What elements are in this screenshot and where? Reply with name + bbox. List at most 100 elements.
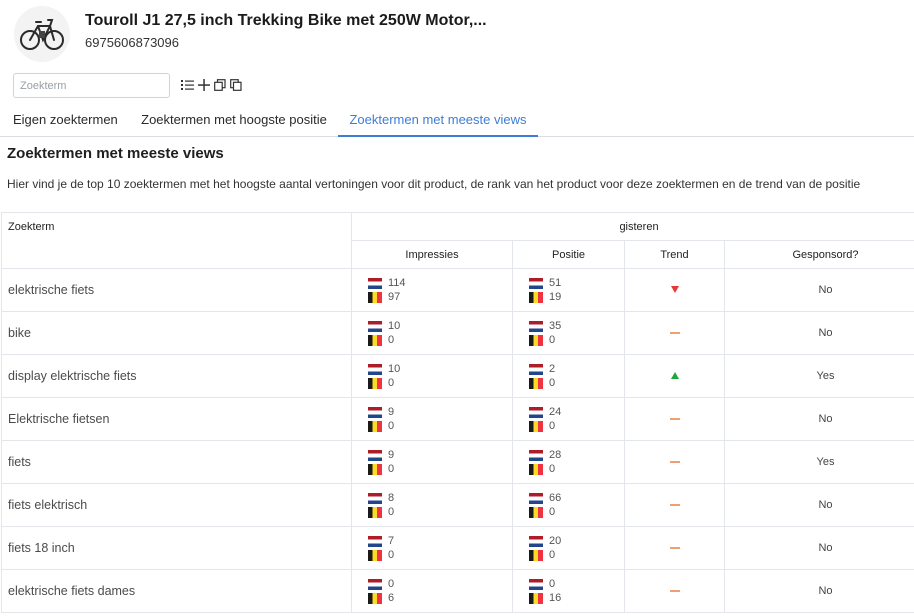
keywords-table: Zoekterm gisteren Impressies Positie Tre… (1, 212, 914, 613)
col-header-zoekterm[interactable]: Zoekterm (1, 212, 352, 269)
table-row[interactable]: elektrische fiets 114 97 51 19 No (1, 268, 914, 312)
be-flag-icon (368, 506, 382, 518)
be-flag-icon (529, 592, 543, 604)
impressions-be: 0 (388, 463, 395, 475)
table-row[interactable]: fiets 18 inch 7 0 20 0 No (1, 526, 914, 570)
tab-eigen-zoektermen[interactable]: Eigen zoektermen (13, 104, 118, 137)
nl-flag-icon (368, 320, 382, 332)
impressions-cell: 10 0 (351, 354, 513, 398)
keyword-cell: fiets (1, 440, 352, 484)
trend-flat-icon (669, 504, 680, 506)
be-flag-icon (368, 549, 382, 561)
nl-flag-icon (529, 363, 543, 375)
position-cell: 66 0 (512, 483, 625, 527)
trend-flat-icon (669, 590, 680, 592)
position-be: 19 (549, 291, 562, 303)
trend-cell (624, 397, 725, 441)
impressions-be: 0 (388, 506, 395, 518)
position-cell: 35 0 (512, 311, 625, 355)
nl-flag-icon (529, 406, 543, 418)
impressions-cell: 80 (351, 483, 513, 527)
toolbar (181, 77, 242, 93)
position-nl: 28 (549, 449, 562, 461)
product-image (14, 6, 70, 62)
trend-flat-icon (669, 332, 680, 334)
nl-flag-icon (529, 320, 543, 332)
table-row[interactable]: elektrische fiets dames 0 6 0 16 No (1, 569, 914, 613)
impressions-be: 6 (388, 592, 395, 604)
position-cell: 51 19 (512, 268, 625, 312)
sponsored-cell: No (723, 311, 914, 355)
impressions-nl: 10 (388, 320, 401, 332)
table-row[interactable]: display elektrische fiets 10 0 2 0 Yes (1, 354, 914, 398)
plus-icon[interactable] (197, 77, 210, 93)
impressions-cell: 90 (351, 397, 513, 441)
trend-flat-icon (669, 547, 680, 549)
impressions-nl: 9 (388, 406, 395, 418)
impressions-be: 0 (388, 334, 395, 346)
nl-flag-icon (368, 406, 382, 418)
impressions-be: 0 (388, 377, 395, 389)
duplicate-icon[interactable] (229, 77, 242, 93)
be-flag-icon (529, 549, 543, 561)
bike-icon (20, 19, 64, 50)
impressions-nl: 10 (388, 363, 401, 375)
sponsored-cell: No (723, 397, 914, 441)
impressions-be: 0 (388, 420, 395, 432)
nl-flag-icon (529, 578, 543, 590)
col-header-trend[interactable]: Trend (624, 240, 725, 269)
trend-flat-icon (669, 461, 680, 463)
keyword-cell: Elektrische fietsen (1, 397, 352, 441)
search-input[interactable] (13, 73, 170, 98)
nl-flag-icon (529, 492, 543, 504)
col-header-positie[interactable]: Positie (512, 240, 625, 269)
nl-flag-icon (368, 449, 382, 461)
trend-cell (624, 526, 725, 570)
keyword-cell: elektrische fiets (1, 268, 352, 312)
be-flag-icon (368, 592, 382, 604)
position-nl: 51 (549, 277, 562, 289)
trend-up-icon (670, 372, 679, 379)
keyword-cell: bike (1, 311, 352, 355)
be-flag-icon (529, 377, 543, 389)
keyword-cell: display elektrische fiets (1, 354, 352, 398)
be-flag-icon (529, 291, 543, 303)
impressions-nl: 7 (388, 535, 395, 547)
nl-flag-icon (368, 492, 382, 504)
keyword-cell: fiets 18 inch (1, 526, 352, 570)
impressions-cell: 90 (351, 440, 513, 484)
col-header-impressies[interactable]: Impressies (351, 240, 513, 269)
trend-flat-icon (669, 418, 680, 420)
tab-meeste-views[interactable]: Zoektermen met meeste views (338, 104, 538, 137)
position-nl: 20 (549, 535, 562, 547)
position-cell: 20 0 (512, 526, 625, 570)
be-flag-icon (529, 420, 543, 432)
table-row[interactable]: fiets elektrisch 8 0 66 0 No (1, 483, 914, 527)
position-be: 0 (549, 463, 556, 475)
col-header-gesponsord[interactable]: Gesponsord? (723, 240, 914, 269)
sponsored-cell: No (723, 483, 914, 527)
trend-cell (624, 311, 725, 355)
impressions-nl: 0 (388, 578, 395, 590)
nl-flag-icon (529, 449, 543, 461)
be-flag-icon (368, 377, 382, 389)
table-row[interactable]: fiets 9 0 28 0 Yes (1, 440, 914, 484)
table-row[interactable]: Elektrische fietsen 9 0 24 0 No (1, 397, 914, 441)
nl-flag-icon (529, 277, 543, 289)
position-nl: 2 (549, 363, 556, 375)
position-nl: 0 (549, 578, 556, 590)
nl-flag-icon (529, 535, 543, 547)
table-row[interactable]: bike 10 0 35 0 No (1, 311, 914, 355)
trend-cell (624, 569, 725, 613)
be-flag-icon (368, 334, 382, 346)
impressions-nl: 9 (388, 449, 395, 461)
product-ean: 6975606873096 (85, 35, 179, 50)
list-icon[interactable] (181, 77, 194, 93)
position-cell: 0 16 (512, 569, 625, 613)
position-nl: 35 (549, 320, 562, 332)
trend-cell (624, 268, 725, 312)
tab-hoogste-positie[interactable]: Zoektermen met hoogste positie (141, 104, 327, 137)
position-be: 0 (549, 549, 556, 561)
copy-icon[interactable] (213, 77, 226, 93)
nl-flag-icon (368, 277, 382, 289)
